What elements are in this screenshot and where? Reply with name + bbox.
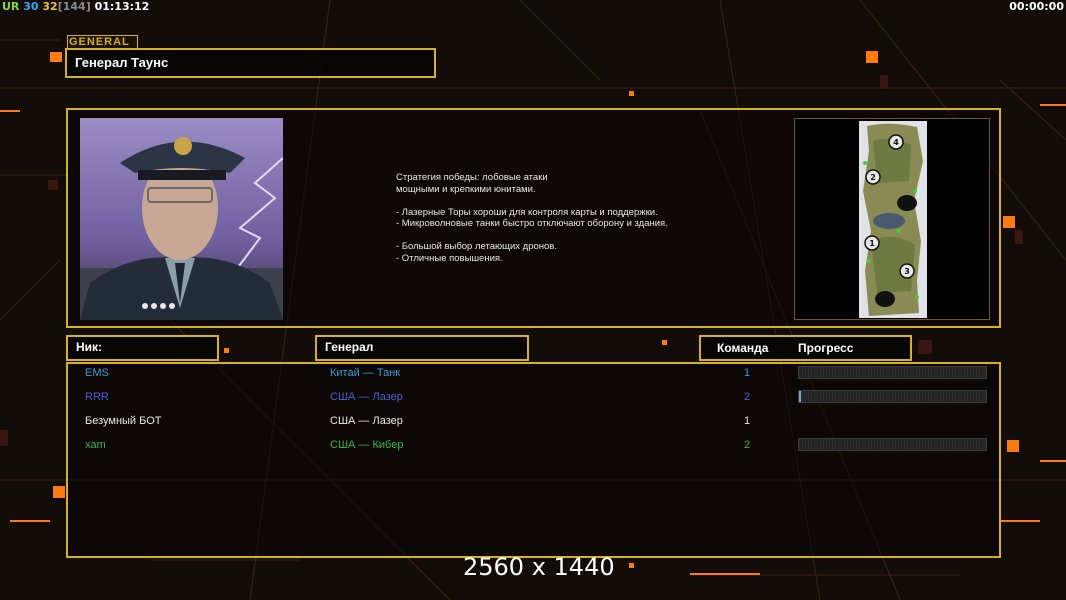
progress-bar bbox=[798, 390, 987, 403]
column-nick: Ник: bbox=[66, 335, 219, 361]
player-general: США — Лазер bbox=[330, 415, 403, 427]
general-portrait bbox=[80, 118, 283, 320]
general-tag: GENERAL bbox=[67, 35, 138, 49]
player-general: США — Лазер bbox=[330, 391, 403, 403]
map-marker-3: 3 bbox=[904, 267, 910, 276]
progress-bar bbox=[798, 438, 987, 451]
strategy-description: Стратегия победы: лобовые атаки мощными … bbox=[396, 172, 668, 264]
player-team: 1 bbox=[744, 415, 751, 427]
progress-fill bbox=[799, 391, 801, 402]
hud-clock-left: 01:13:12 bbox=[94, 0, 150, 13]
map-marker-4: 4 bbox=[893, 138, 899, 147]
player-general: Китай — Танк bbox=[330, 367, 401, 379]
player-team: 1 bbox=[744, 367, 751, 379]
minimap: 4 2 1 3 bbox=[794, 118, 990, 320]
general-name: Генерал Таунс bbox=[65, 48, 436, 78]
progress-bar bbox=[798, 366, 987, 379]
player-team: 2 bbox=[744, 391, 751, 403]
resolution-label: 2560 x 1440 bbox=[463, 553, 615, 581]
player-nick: EMS bbox=[85, 367, 109, 379]
hud-ur-label: UR bbox=[2, 0, 20, 13]
column-team-progress: Команда Прогресс bbox=[699, 335, 912, 361]
player-general: США — Кибер bbox=[330, 439, 404, 451]
column-progress: Прогресс bbox=[798, 341, 854, 355]
player-nick: xam bbox=[85, 439, 106, 451]
hud-clock-right: 00:00:00 bbox=[1009, 0, 1064, 13]
hud-value-a: 30 bbox=[23, 0, 39, 13]
map-marker-2: 2 bbox=[870, 173, 876, 182]
map-marker-1: 1 bbox=[869, 239, 875, 248]
column-general: Генерал bbox=[315, 335, 529, 361]
hud-value-b: 32 bbox=[42, 0, 58, 13]
minimap-terrain: 4 2 1 3 bbox=[859, 121, 927, 318]
player-team: 2 bbox=[744, 439, 751, 451]
hud-value-c: [144] bbox=[57, 0, 91, 13]
column-team: Команда bbox=[717, 341, 769, 355]
player-nick: RRR bbox=[85, 391, 109, 403]
player-nick: Безумный БОТ bbox=[85, 415, 162, 427]
hud-stats: UR 30 32[144] 01:13:12 bbox=[2, 0, 149, 13]
